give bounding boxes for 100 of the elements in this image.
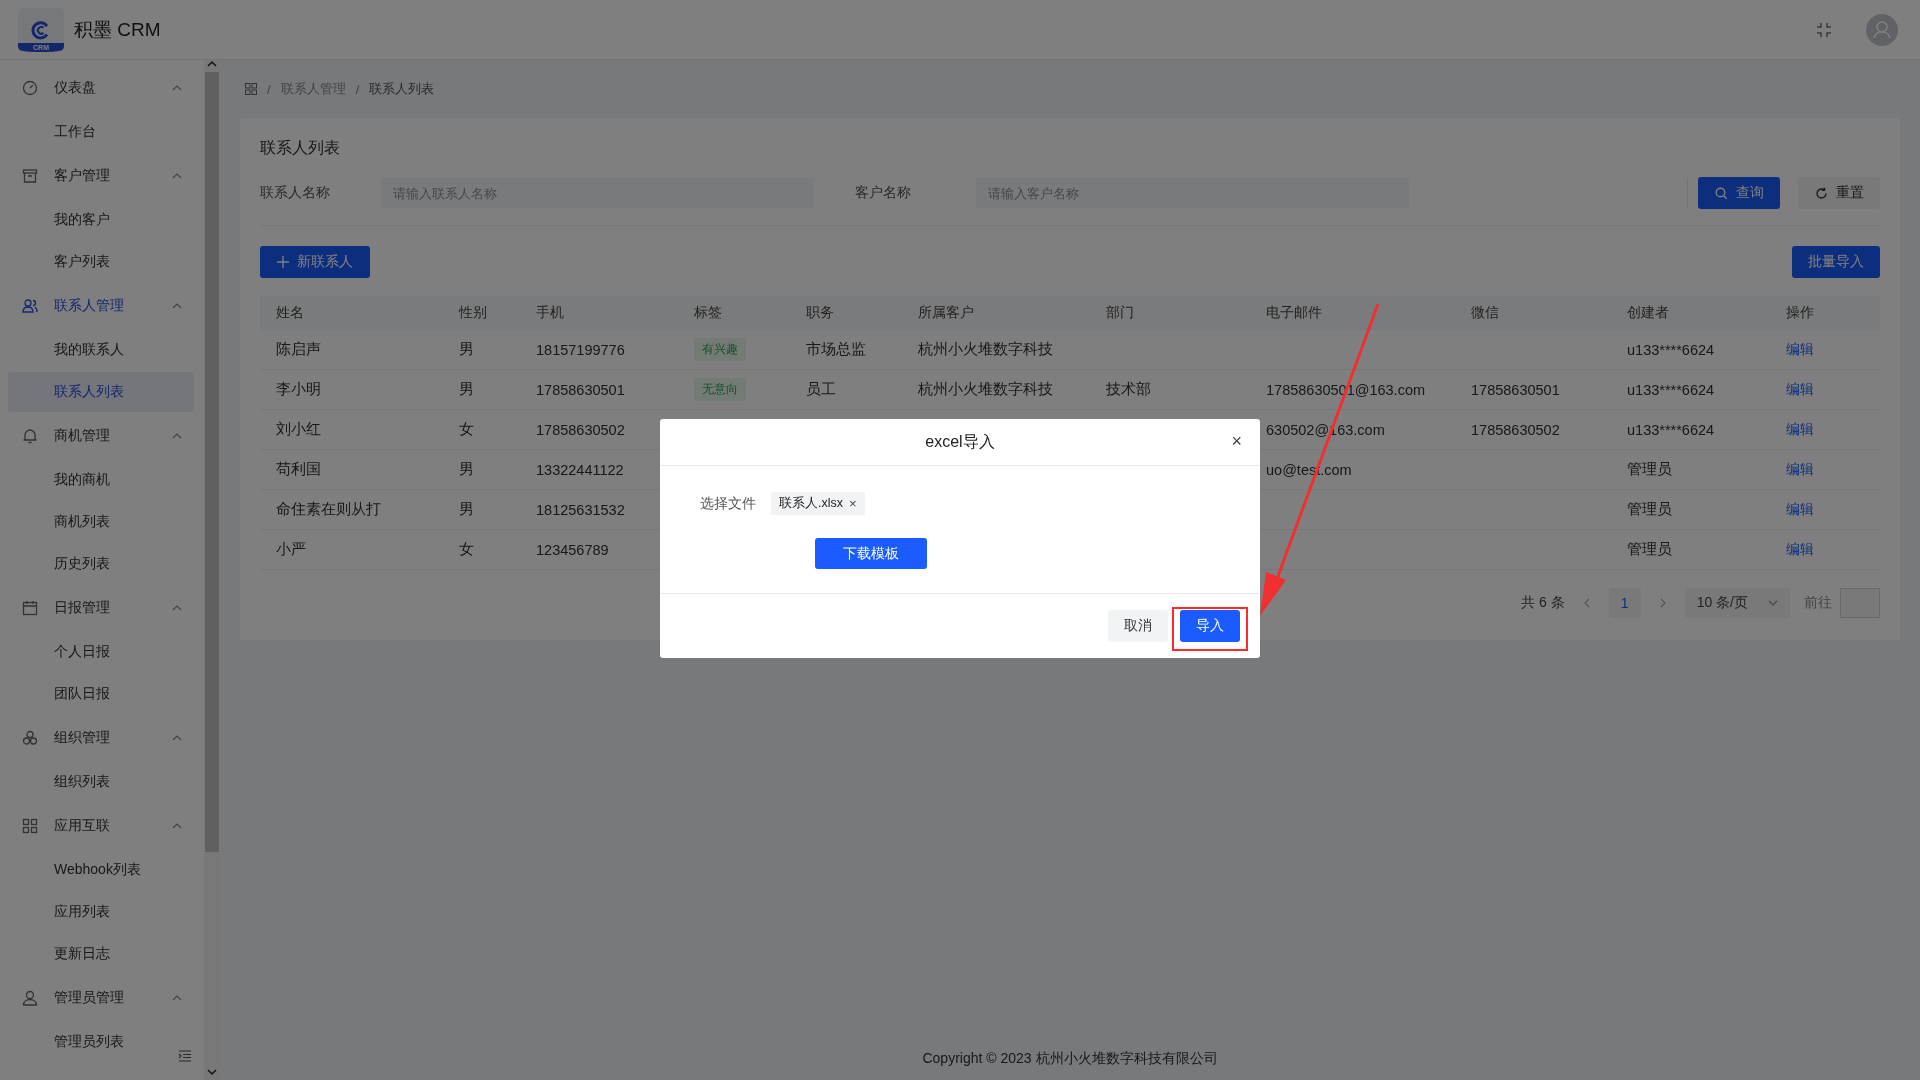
menu-item[interactable]: 我的联系人 <box>8 330 194 370</box>
table-cell: 18125631532 <box>536 501 625 518</box>
edit-link[interactable]: 编辑 <box>1786 420 1814 439</box>
search-icon <box>1714 186 1728 200</box>
card-title: 联系人列表 <box>260 138 341 158</box>
table-cell: 管理员 <box>1627 460 1672 479</box>
edit-link[interactable]: 编辑 <box>1786 500 1814 519</box>
menu-item[interactable]: 更新日志 <box>8 934 194 974</box>
table-cell: 命住素在则从打 <box>276 500 381 519</box>
menu-item[interactable]: Webhook列表 <box>8 850 194 890</box>
table-cell: 17858630502 <box>536 421 625 438</box>
menu-item[interactable]: 客户列表 <box>8 242 194 282</box>
table-cell: 男 <box>459 460 474 479</box>
menu-item[interactable]: 个人日报 <box>8 632 194 672</box>
plus-icon <box>277 256 289 268</box>
caret-icon <box>1768 600 1778 606</box>
download-template-button[interactable]: 下载模板 <box>815 538 927 569</box>
page-button[interactable]: 1 <box>1608 588 1641 618</box>
menu-item[interactable]: 商机列表 <box>8 502 194 542</box>
menu-group[interactable]: 商机管理 <box>0 414 202 458</box>
home-grid-icon[interactable] <box>245 83 257 95</box>
new-contact-button[interactable]: 新联系人 <box>260 246 370 278</box>
table-cell: 女 <box>459 420 474 439</box>
status-tag: 无意向 <box>694 378 746 401</box>
column-header: 部门 <box>1105 304 1135 322</box>
user-icon <box>22 990 38 1006</box>
batch-import-button[interactable]: 批量导入 <box>1792 246 1880 278</box>
menu-group[interactable]: 仪表盘 <box>0 66 202 110</box>
menu-group[interactable]: 组织管理 <box>0 716 202 760</box>
import-button[interactable]: 导入 <box>1180 610 1240 642</box>
table-cell: 13322441122 <box>536 461 624 478</box>
column-header: 性别 <box>457 304 488 322</box>
page-size-select[interactable]: 10 条/页 <box>1684 588 1790 618</box>
table-cell: 123456789 <box>536 541 609 558</box>
table-cell: 管理员 <box>1627 540 1672 559</box>
column-header: 操作 <box>1785 304 1815 322</box>
column-header: 创建者 <box>1626 304 1670 322</box>
goto-label: 前往 <box>1804 594 1832 612</box>
reset-button[interactable]: 重置 <box>1798 177 1880 209</box>
avatar-icon[interactable] <box>1866 13 1898 46</box>
menu-group[interactable]: 联系人管理 <box>0 284 202 328</box>
next-page-icon[interactable] <box>1658 598 1667 608</box>
gauge-icon <box>22 80 38 96</box>
fullscreen-icon[interactable] <box>1816 21 1832 38</box>
menu-item[interactable]: 联系人列表 <box>8 372 194 412</box>
scrollbar[interactable] <box>204 60 220 1080</box>
menu-item[interactable]: 我的客户 <box>8 200 194 240</box>
status-tag: 有兴趣 <box>694 338 746 361</box>
menu-item[interactable]: 团队日报 <box>8 674 194 714</box>
menu-item[interactable]: 我的商机 <box>8 460 194 500</box>
menu-group[interactable]: 客户管理 <box>0 154 202 198</box>
table-cell: 17858630501 <box>1471 381 1560 398</box>
table-cell: 男 <box>459 380 474 399</box>
menu-item[interactable]: 管理员列表 <box>8 1022 194 1062</box>
chevron-icon <box>172 735 182 741</box>
edit-link[interactable]: 编辑 <box>1786 380 1814 399</box>
query-button[interactable]: 查询 <box>1698 177 1780 209</box>
table-cell: 技术部 <box>1106 380 1151 399</box>
menu-group[interactable]: 应用互联 <box>0 804 202 848</box>
filter-label: 联系人名称 <box>260 184 331 202</box>
remove-file-button[interactable]: × <box>849 496 857 511</box>
breadcrumb-link[interactable]: 联系人列表 <box>369 80 435 98</box>
menu-group[interactable]: 管理员管理 <box>0 976 202 1020</box>
scroll-down-icon[interactable] <box>207 1068 217 1076</box>
filter-label: 客户名称 <box>855 184 912 202</box>
table-cell: 杭州小火堆数字科技 <box>918 380 1053 399</box>
table-cell: 苟利国 <box>276 460 321 479</box>
archive-icon <box>22 168 38 184</box>
total-count: 共 6 条 <box>1521 594 1565 612</box>
users-icon <box>22 298 38 314</box>
file-name: 联系人.xlsx <box>779 495 843 512</box>
prev-page-icon[interactable] <box>1582 598 1591 608</box>
menu-group[interactable]: 日报管理 <box>0 586 202 630</box>
circles-icon <box>22 730 38 746</box>
edit-link[interactable]: 编辑 <box>1786 340 1814 359</box>
calendar-icon <box>22 600 38 616</box>
menu-item[interactable]: 组织列表 <box>8 762 194 802</box>
dialog-title: excel导入 <box>925 431 995 452</box>
table-cell: 市场总监 <box>806 340 866 359</box>
edit-link[interactable]: 编辑 <box>1786 540 1814 559</box>
collapse-icon[interactable] <box>178 1050 192 1062</box>
bell-icon <box>22 428 38 444</box>
menu-item[interactable]: 历史列表 <box>8 544 194 584</box>
scroll-up-icon[interactable] <box>207 60 217 68</box>
close-button[interactable]: × <box>1227 431 1246 452</box>
menu-item[interactable]: 工作台 <box>8 112 194 152</box>
menu-item[interactable]: 应用列表 <box>8 892 194 932</box>
column-header: 姓名 <box>275 304 305 322</box>
chevron-icon <box>172 995 182 1001</box>
scrollbar-thumb[interactable] <box>205 72 219 852</box>
app-name: 积墨 CRM <box>74 17 161 42</box>
column-header: 微信 <box>1470 304 1500 322</box>
table-cell: 女 <box>459 540 474 559</box>
column-header: 电子邮件 <box>1265 304 1323 322</box>
breadcrumb-separator: / <box>267 81 271 97</box>
column-header: 所属客户 <box>917 304 975 322</box>
edit-link[interactable]: 编辑 <box>1786 460 1814 479</box>
chevron-icon <box>172 85 182 91</box>
table-cell: 17858630502 <box>1471 421 1560 438</box>
cancel-button[interactable]: 取消 <box>1108 610 1168 642</box>
